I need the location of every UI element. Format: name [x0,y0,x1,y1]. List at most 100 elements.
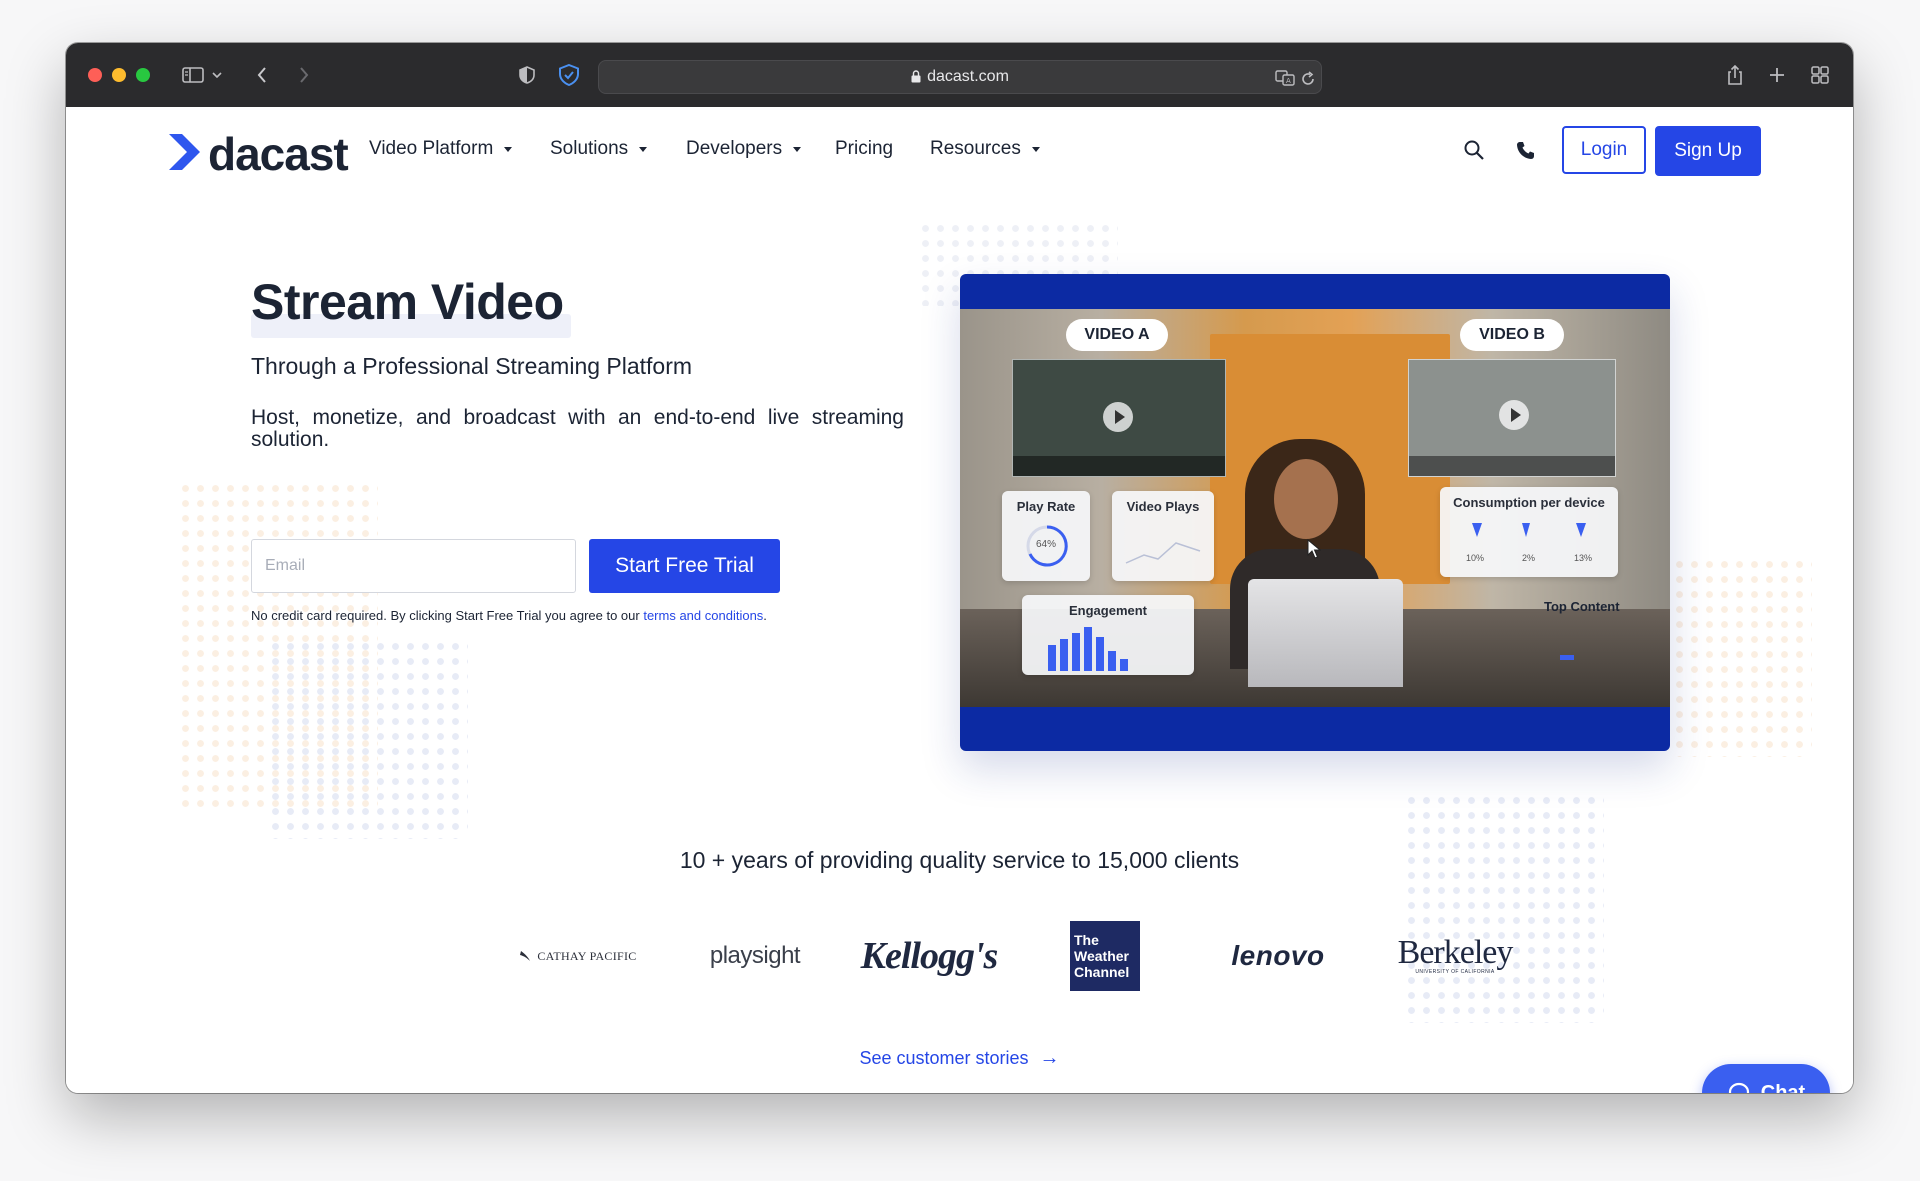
logo-text: playsight [709,942,801,969]
reload-icon[interactable] [1299,64,1317,92]
top-content-bar [1560,655,1574,660]
play-icon[interactable] [1103,402,1133,432]
caret-down-icon [1031,147,1040,152]
engagement-label: Engagement [1068,603,1147,618]
logo-text: Kellogg's [860,935,999,977]
mouse-pointer-icon [1307,538,1322,564]
video-b-player[interactable] [1408,359,1616,477]
zoom-window-button[interactable] [136,68,150,82]
trial-disclaimer: No credit card required. By clicking Sta… [251,608,767,623]
berkeley-logo: Berkeley UNIVERSITY OF CALIFORNIA [1397,921,1514,991]
logo-text: Berkeley [1397,934,1514,971]
device-marker [1576,523,1586,537]
clients-headline: 10 + years of providing quality service … [679,847,1240,873]
nav-developers[interactable]: Developers [686,138,802,160]
logo-subtext: UNIVERSITY OF CALIFORNIA [1415,969,1495,975]
play-icon[interactable] [1499,400,1529,430]
web-page: dacast Video Platform Solutions Develope… [66,107,1853,1093]
decorative-dots [268,639,468,839]
consumption-value: 2% [1522,553,1536,563]
nav-resources[interactable]: Resources [930,138,1040,160]
logo-text: CATHAY PACIFIC [537,948,637,963]
video-b-tag: VIDEO B [1460,319,1564,351]
brand-name: dacast [208,128,349,180]
arrow-right-icon: → [1039,1047,1060,1069]
nav-solutions[interactable]: Solutions [550,138,648,160]
forward-icon[interactable] [294,61,314,89]
client-logos: CATHAY PACIFIC playsight Kellogg's The W… [66,921,1853,1001]
playsight-logo: playsight [700,921,810,991]
nav-item-label: Pricing [835,138,894,159]
hero-subtitle: Through a Professional Streaming Platfor… [251,353,693,379]
chat-bubble-icon [1727,1081,1751,1093]
dacast-chevron-icon [166,132,202,177]
translate-icon[interactable]: A [1275,64,1295,92]
device-marker [1522,523,1530,537]
lock-icon [911,70,921,88]
video-scene: VIDEO A VIDEO B Play Rate 64% Video Play… [960,309,1670,707]
consumption-label: Consumption per device [1453,495,1605,510]
video-plays-sparkline [1125,542,1201,564]
consumption-value: 10% [1466,553,1485,563]
video-a-tag: VIDEO A [1066,319,1168,351]
consumption-value: 13% [1574,553,1593,563]
nav-item-label: Resources [930,138,1021,159]
cathay-pacific-logo: CATHAY PACIFIC [518,921,638,991]
logo-text: Weather [1074,948,1129,964]
engagement-card: Engagement [1022,595,1194,675]
new-tab-icon[interactable] [1767,61,1787,89]
scene-laptop [1248,579,1403,687]
site-header: dacast Video Platform Solutions Develope… [66,107,1853,195]
caret-down-icon [793,147,802,152]
player-controls [1409,456,1615,476]
nav-item-label: Developers [686,138,783,159]
email-field[interactable] [251,539,576,593]
hero-video[interactable]: VIDEO A VIDEO B Play Rate 64% Video Play… [960,274,1670,751]
search-icon[interactable] [1461,136,1487,164]
svg-text:A: A [1286,77,1291,85]
logo-text: lenovo [1231,940,1325,971]
caret-down-icon [504,147,513,152]
consumption-card: Consumption per device 10% 2% 13% [1440,487,1618,577]
play-rate-value: 64% [1035,539,1056,550]
back-icon[interactable] [252,61,272,89]
address-bar[interactable]: dacast.com A [598,60,1322,94]
customer-stories-link[interactable]: See customer stories → [66,1047,1853,1070]
share-icon[interactable] [1724,61,1746,89]
privacy-shield-icon[interactable] [516,61,538,89]
login-button[interactable]: Login [1562,126,1646,174]
password-manager-shield-icon[interactable] [557,61,581,89]
play-rate-card: Play Rate 64% [1002,491,1090,581]
nav-video-platform[interactable]: Video Platform [369,138,513,160]
player-controls [1013,456,1225,476]
chat-label: Chat [1760,1081,1806,1094]
kelloggs-logo: Kellogg's [861,921,999,991]
phone-icon[interactable] [1512,136,1538,164]
dacast-logo[interactable]: dacast [166,128,349,180]
url-text: dacast.com [927,68,1009,85]
start-free-trial-button[interactable]: Start Free Trial [589,539,780,593]
nav-pricing[interactable]: Pricing [835,138,893,160]
play-rate-label: Play Rate [1016,499,1076,514]
chevron-down-icon[interactable] [210,61,224,89]
sidebar-toggle-icon[interactable] [180,61,206,89]
video-plays-label: Video Plays [1126,499,1200,514]
top-content-label: Top Content [1544,599,1620,614]
minimize-window-button[interactable] [112,68,126,82]
terms-link[interactable]: terms and conditions [643,608,763,623]
close-window-button[interactable] [88,68,102,82]
lenovo-logo: lenovo [1214,921,1342,991]
video-a-player[interactable] [1012,359,1226,477]
signup-button[interactable]: Sign Up [1655,126,1761,176]
logo-text: The [1074,932,1099,948]
disclaimer-text: No credit card required. By clicking Sta… [251,608,644,623]
caret-down-icon [639,147,648,152]
hero-description: Host, monetize, and broadcast with an en… [251,406,904,451]
browser-window: dacast.com A dacast Video Platform Solut… [66,43,1853,1093]
disclaimer-end: . [763,608,767,623]
scene-person-face [1274,459,1338,539]
browser-toolbar: dacast.com A [66,43,1853,108]
video-plays-card: Video Plays [1112,491,1214,581]
tab-overview-icon[interactable] [1809,61,1831,89]
chat-button[interactable]: Chat [1702,1064,1830,1093]
